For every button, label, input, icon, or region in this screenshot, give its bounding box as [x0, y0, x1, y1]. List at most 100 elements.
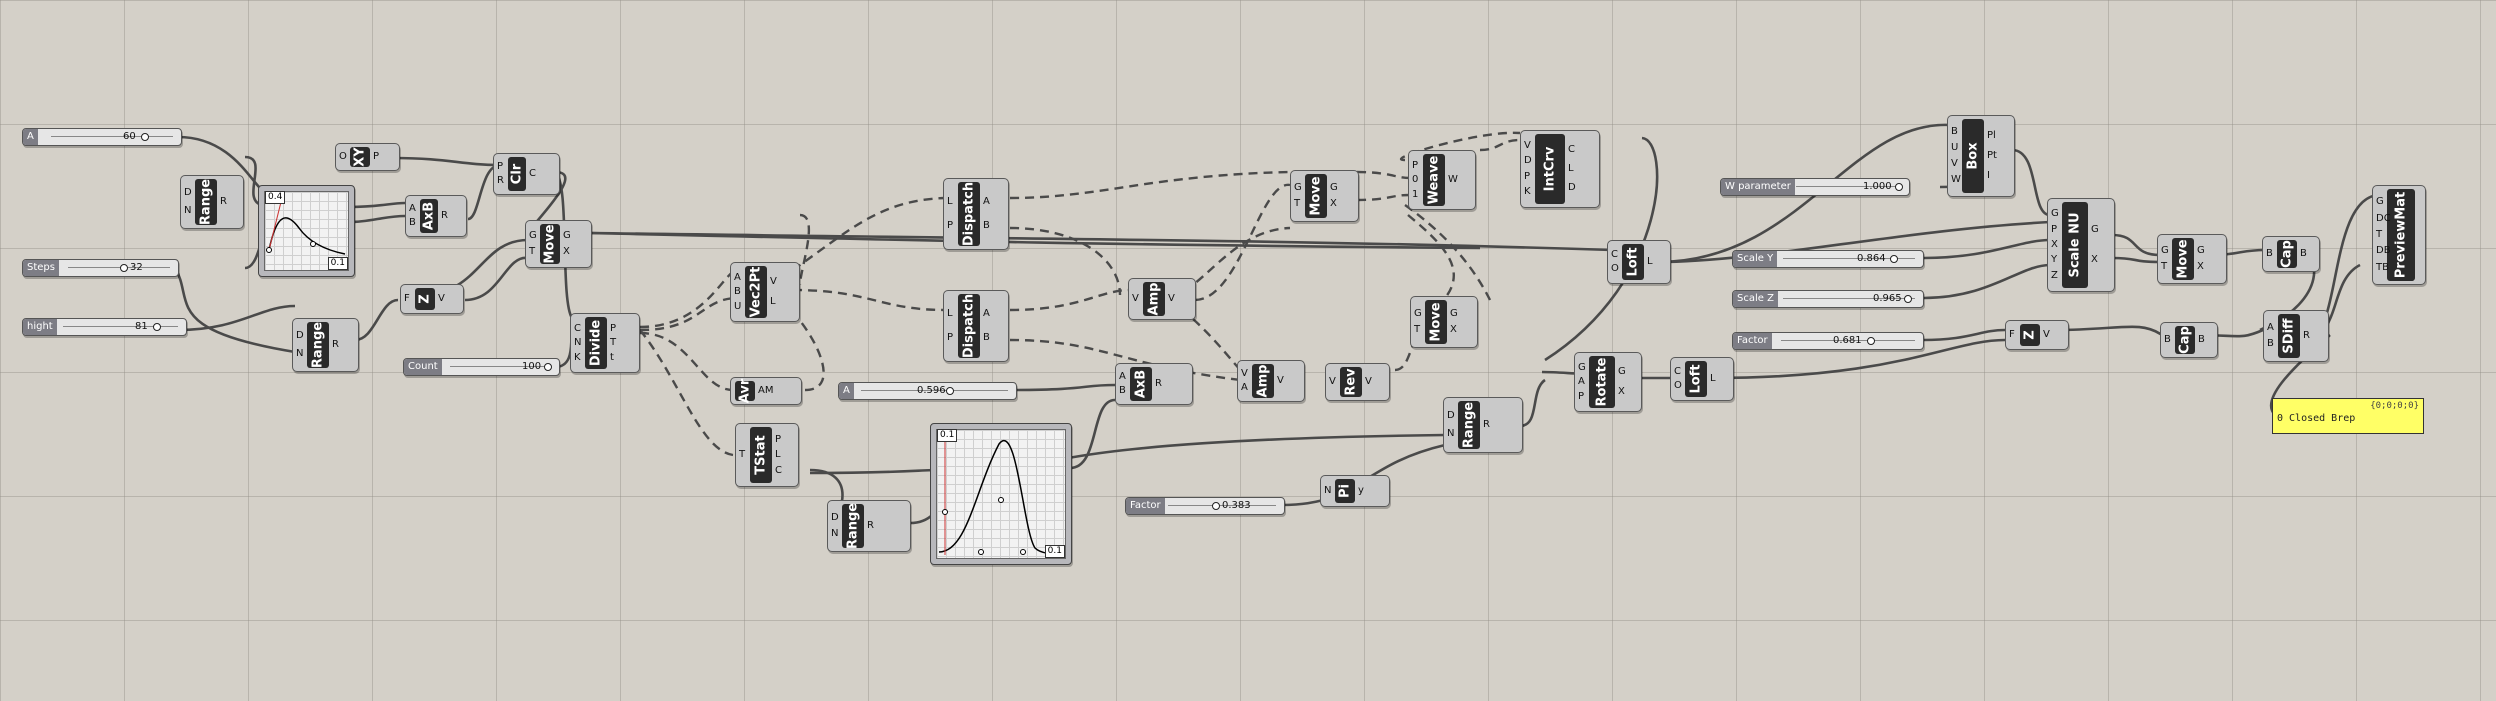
slider-knob[interactable] [946, 387, 954, 395]
component-amp2[interactable]: Amp V A V [1237, 360, 1305, 402]
component-core[interactable]: Pi [1335, 479, 1355, 503]
output-port[interactable]: L [1568, 163, 1574, 175]
component-core[interactable]: Range [1458, 401, 1480, 449]
input-port[interactable]: K [1524, 186, 1531, 198]
input-port[interactable]: U [734, 301, 741, 313]
output-port[interactable]: L [1647, 256, 1653, 268]
input-port[interactable]: B [1119, 385, 1126, 397]
slider-knob[interactable] [1867, 337, 1875, 345]
component-core[interactable]: Avr [735, 379, 755, 403]
input-port[interactable]: V [1524, 140, 1531, 152]
component-core[interactable]: SDiff [2278, 314, 2300, 358]
input-port[interactable]: N [1447, 428, 1454, 440]
slider-knob[interactable] [1904, 295, 1912, 303]
input-port[interactable]: F [2009, 329, 2015, 341]
input-port[interactable]: A [2267, 322, 2274, 334]
graph-mapper-1[interactable]: 0.4 0.1 [258, 185, 355, 277]
input-port[interactable]: N [574, 337, 581, 349]
output-port[interactable]: AM [758, 385, 773, 397]
component-core[interactable]: Dispatch [958, 182, 980, 246]
input-port[interactable]: W [1951, 174, 1961, 186]
input-port[interactable]: L [947, 196, 953, 208]
input-port[interactable]: V [1241, 368, 1248, 380]
component-core[interactable]: AxB [1130, 367, 1152, 401]
input-port[interactable]: C [574, 323, 581, 335]
component-core[interactable]: Move [2172, 238, 2194, 280]
component-vec2pt[interactable]: Vec2Pt A B U V L [730, 262, 800, 322]
output-port[interactable]: X [2197, 261, 2204, 273]
input-port[interactable]: G [2161, 245, 2169, 257]
component-core[interactable]: AxB [420, 199, 438, 233]
output-port[interactable]: y [1358, 485, 1364, 497]
slider-knob[interactable] [544, 363, 552, 371]
output-port[interactable]: D [1568, 182, 1576, 194]
output-port[interactable]: X [1330, 198, 1337, 210]
input-port[interactable]: P [947, 332, 953, 344]
input-port[interactable]: F [404, 293, 410, 305]
component-range3[interactable]: Range D N R [827, 500, 911, 552]
component-previewmat[interactable]: PreviewMat G DC T DB TB [2372, 185, 2426, 285]
component-core[interactable]: IntCrv [1535, 134, 1565, 204]
component-intcrv[interactable]: IntCrv V D P K C L D [1520, 130, 1600, 208]
component-rev[interactable]: Rev V V [1325, 363, 1390, 401]
input-port[interactable]: V [1951, 158, 1958, 170]
component-dispatch1[interactable]: Dispatch L P A B [943, 178, 1009, 250]
output-port[interactable]: G [1330, 182, 1338, 194]
input-port[interactable]: P [1412, 160, 1418, 172]
output-port[interactable]: A [983, 196, 990, 208]
output-port[interactable]: B [983, 220, 990, 232]
input-port[interactable]: N [1324, 485, 1331, 497]
input-port[interactable]: B [2267, 338, 2274, 350]
input-port[interactable]: 0 [1412, 174, 1418, 186]
input-port[interactable]: T [1294, 198, 1300, 210]
output-panel[interactable]: {0;0;0;0} 0 Closed Brep [2272, 398, 2424, 434]
output-port[interactable]: G [563, 230, 571, 242]
output-port[interactable]: P [775, 434, 781, 446]
output-port[interactable]: V [2043, 329, 2050, 341]
component-core[interactable]: Range [842, 503, 864, 549]
component-core[interactable]: XY [350, 147, 370, 167]
input-port[interactable]: L [947, 308, 953, 320]
component-core[interactable]: Move [1305, 174, 1327, 218]
input-port[interactable]: T [529, 246, 535, 258]
slider-hight[interactable]: hight 81 [22, 318, 187, 336]
component-core[interactable]: PreviewMat [2387, 189, 2415, 281]
output-port[interactable]: R [2303, 330, 2310, 342]
output-port[interactable]: C [529, 168, 536, 180]
slider-a2[interactable]: A 0.596 [838, 382, 1017, 400]
input-port[interactable]: P [947, 220, 953, 232]
component-tstat[interactable]: TStat T P L C [735, 423, 799, 487]
input-port[interactable]: P [497, 161, 503, 173]
component-core[interactable]: TStat [750, 427, 772, 483]
input-port[interactable]: A [1578, 376, 1585, 388]
output-port[interactable]: X [1618, 386, 1625, 398]
slider-knob[interactable] [141, 133, 149, 141]
component-core[interactable]: Rotate [1589, 356, 1615, 408]
graph-plot[interactable] [936, 429, 1066, 559]
input-port[interactable]: C [1611, 249, 1618, 261]
component-core[interactable]: Z [2020, 324, 2040, 346]
input-port[interactable]: D [1447, 410, 1455, 422]
component-axb2[interactable]: AxB A B R [1115, 363, 1193, 405]
output-port[interactable]: V [770, 276, 777, 288]
output-port[interactable]: G [2197, 245, 2205, 257]
input-port[interactable]: G [1578, 362, 1586, 374]
component-sdiff[interactable]: SDiff A B R [2263, 310, 2329, 362]
input-port[interactable]: DC [2376, 213, 2391, 225]
input-port[interactable]: R [497, 175, 504, 187]
input-port[interactable]: DB [2376, 245, 2391, 257]
component-range2[interactable]: Range D N R [292, 318, 359, 372]
slider-track[interactable] [51, 136, 173, 137]
component-loft1[interactable]: Loft C O L [1607, 240, 1671, 284]
component-core[interactable]: Move [540, 224, 560, 264]
component-box[interactable]: Box B U V W Pl Pt I [1947, 115, 2015, 197]
input-port[interactable]: G [1294, 182, 1302, 194]
input-port[interactable]: A [1119, 371, 1126, 383]
output-port[interactable]: R [220, 196, 227, 208]
component-core[interactable]: Loft [1622, 244, 1644, 280]
output-port[interactable]: L [775, 449, 781, 461]
input-port[interactable]: G [1414, 308, 1422, 320]
slider-knob[interactable] [120, 264, 128, 272]
output-port[interactable]: G [1618, 366, 1626, 378]
component-zvec[interactable]: ZF V [400, 284, 464, 314]
